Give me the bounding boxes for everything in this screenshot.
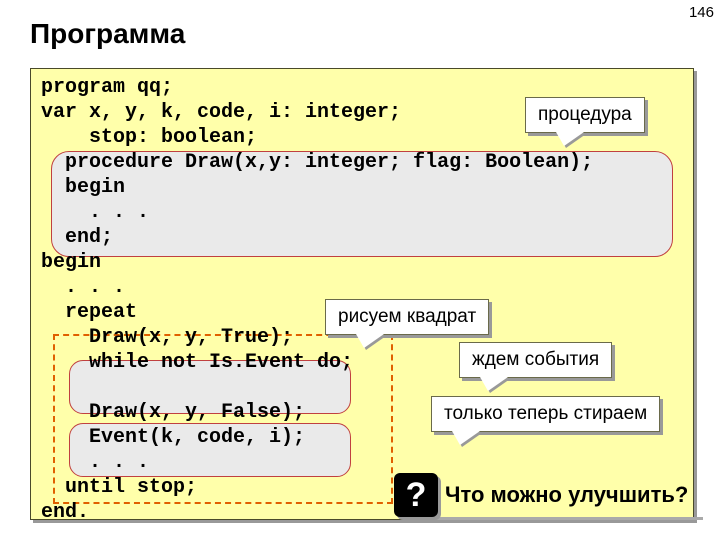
callout-erase: только теперь стираем (431, 396, 660, 432)
question-mark-icon: ? (394, 473, 438, 517)
callout-draw-square: рисуем квадрат (325, 299, 489, 335)
code-panel: program qq; var x, y, k, code, i: intege… (30, 68, 694, 520)
code-block: program qq; var x, y, k, code, i: intege… (31, 69, 693, 525)
callout-procedure: процедура (525, 97, 645, 133)
page-number: 146 (689, 4, 714, 21)
callout-wait-event: ждем события (459, 342, 612, 378)
question-text: Что можно улучшить? (445, 482, 705, 508)
question-underline (423, 517, 703, 520)
page-title: Программа (0, 0, 720, 64)
